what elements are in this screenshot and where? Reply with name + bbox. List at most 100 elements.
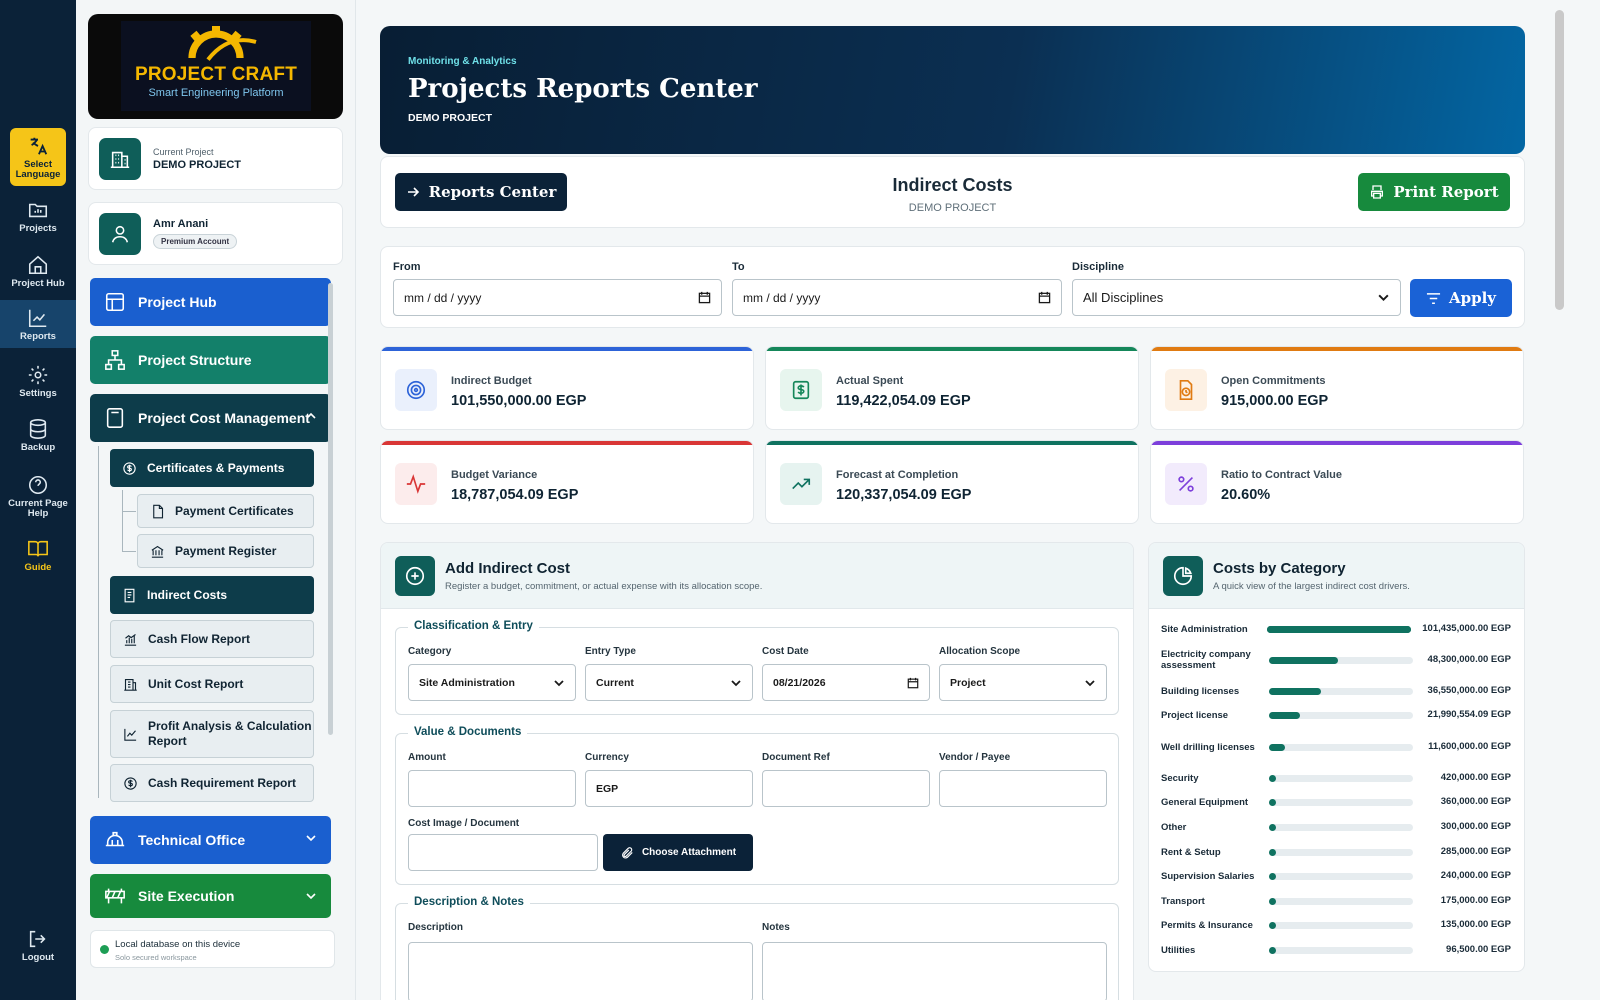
category-value: 285,000.00 EGP [1440, 846, 1511, 857]
category-bar-fill [1269, 849, 1276, 856]
category-select[interactable]: Site Administration [408, 664, 576, 701]
category-name: Well drilling licenses [1161, 741, 1255, 753]
kpi-accent-bar [1151, 347, 1523, 351]
nav-project-structure[interactable]: Project Structure [90, 336, 331, 384]
nav-cash-requirement[interactable]: Cash Requirement Report [110, 764, 314, 802]
line-chart-icon [28, 309, 47, 327]
paperclip-icon [622, 846, 633, 858]
select-language-label: Select Language [15, 158, 61, 180]
category-name: General Equipment [1161, 796, 1249, 808]
sidebar: PROJECT CRAFT Smart Engineering Platform… [76, 0, 356, 1000]
category-value: 21,990,554.09 EGP [1427, 709, 1511, 720]
rail-reports-label: Reports [20, 330, 56, 342]
print-report-button[interactable]: Print Report [1358, 173, 1510, 211]
nav-cash-flow-report[interactable]: Cash Flow Report [110, 620, 314, 658]
chevron-down-icon [554, 679, 564, 686]
user-card[interactable]: Amr Anani Premium Account [88, 202, 343, 265]
rail-reports[interactable]: Reports [0, 300, 76, 348]
apply-label: Apply [1448, 289, 1497, 307]
allocation-scope-select[interactable]: Project [939, 664, 1107, 701]
sidebar-scrollbar[interactable] [328, 283, 333, 735]
discipline-select[interactable]: All Disciplines [1072, 279, 1401, 316]
document-ref-input[interactable] [762, 770, 930, 807]
notes-textarea[interactable] [762, 942, 1107, 1000]
rail-logout[interactable]: Logout [0, 928, 76, 963]
cost-date-input[interactable]: 08/21/2026 [762, 664, 930, 701]
status-dot-icon [100, 945, 109, 954]
kpi-label: Ratio to Contract Value [1221, 469, 1343, 481]
building-small-icon [124, 678, 137, 691]
description-textarea[interactable] [408, 942, 753, 1000]
entry-type-select[interactable]: Current [585, 664, 753, 701]
category-bar-fill [1269, 824, 1276, 831]
category-bar-fill [1269, 712, 1301, 719]
amount-input[interactable] [408, 770, 576, 807]
to-date-input[interactable]: mm / dd / yyyy [732, 279, 1062, 316]
nav-payment-register[interactable]: Payment Register [137, 534, 314, 568]
kpi-label: Indirect Budget [451, 375, 532, 387]
rail-projects-label: Projects [19, 223, 57, 234]
category-bar-fill [1269, 657, 1338, 664]
brand-logo: PROJECT CRAFT Smart Engineering Platform [88, 14, 343, 119]
category-row: Utilities 96,500.00 EGP [1161, 939, 1511, 963]
currency-input[interactable]: EGP [585, 770, 753, 807]
nav-unit-cost-report-label: Unit Cost Report [148, 677, 244, 691]
icon-rail: Select Language Projects Project Hub Rep… [0, 0, 76, 1000]
dollar-circle-small-icon [124, 776, 137, 790]
rail-settings[interactable]: Settings [0, 364, 76, 399]
category-name: Site Administration [1161, 623, 1248, 635]
categories-subtitle: A quick view of the largest indirect cos… [1213, 581, 1410, 592]
current-project-card[interactable]: Current Project DEMO PROJECT [88, 127, 343, 190]
cost-image-label: Cost Image / Document [408, 818, 520, 829]
chevron-up-icon [306, 412, 316, 419]
hierarchy-icon [105, 350, 125, 370]
rail-backup[interactable]: Backup [0, 418, 76, 453]
category-name: Transport [1161, 895, 1205, 907]
nav-technical-office-label: Technical Office [138, 832, 246, 848]
calendar-icon [1038, 291, 1051, 304]
rail-guide[interactable]: Guide [0, 538, 76, 573]
trending-up-icon [792, 478, 811, 490]
nav-site-execution[interactable]: Site Execution [90, 874, 331, 918]
category-bar-fill [1267, 626, 1411, 633]
nav-technical-office[interactable]: Technical Office [90, 816, 331, 864]
category-bar-track [1267, 626, 1411, 633]
category-bar-track [1269, 849, 1413, 856]
nav-payment-certificates[interactable]: Payment Certificates [137, 494, 314, 528]
hero-kicker: Monitoring & Analytics [408, 56, 517, 67]
nav-indirect-costs-label: Indirect Costs [147, 588, 228, 602]
page-scrollbar[interactable] [1555, 10, 1564, 310]
premium-badge: Premium Account [153, 234, 238, 249]
category-name: Utilities [1161, 944, 1196, 956]
nav-unit-cost-report[interactable]: Unit Cost Report [110, 665, 314, 703]
nav-profit-analysis-label: Profit Analysis & Calculation Report [148, 719, 312, 748]
vendor-input[interactable] [939, 770, 1107, 807]
nav-profit-analysis[interactable]: Profit Analysis & Calculation Report [110, 710, 314, 758]
category-row: General Equipment 360,000.00 EGP [1161, 791, 1511, 815]
kpi-value: 915,000.00 EGP [1221, 393, 1329, 409]
kpi-value: 101,550,000.00 EGP [451, 393, 587, 409]
apply-button[interactable]: Apply [1410, 279, 1512, 317]
kpi-accent-bar [381, 441, 753, 445]
home-icon [28, 255, 48, 275]
gear-icon [28, 365, 48, 385]
nav-project-hub[interactable]: Project Hub [90, 278, 331, 326]
rail-backup-label: Backup [20, 442, 56, 453]
rail-projects[interactable]: Projects [0, 199, 76, 234]
from-date-input[interactable]: mm / dd / yyyy [393, 279, 722, 316]
rail-project-hub[interactable]: Project Hub [0, 254, 76, 289]
category-bar-fill [1269, 947, 1276, 954]
docref-label: Document Ref [762, 752, 830, 763]
choose-attachment-button[interactable]: Choose Attachment [603, 834, 753, 871]
nav-certificates-payments[interactable]: Certificates & Payments [110, 449, 314, 487]
rail-guide-label: Guide [24, 562, 52, 573]
category-value: 240,000.00 EGP [1440, 870, 1511, 881]
chevron-down-icon [306, 835, 316, 842]
trend-chart-icon [124, 728, 137, 741]
nav-cost-management[interactable]: Project Cost Management [90, 394, 331, 442]
select-language-button[interactable]: Select Language [10, 128, 66, 186]
nav-indirect-costs[interactable]: Indirect Costs [110, 576, 314, 614]
cost-image-input[interactable] [408, 834, 598, 871]
notes-label: Notes [762, 922, 790, 933]
rail-help[interactable]: Current Page Help [0, 474, 76, 519]
